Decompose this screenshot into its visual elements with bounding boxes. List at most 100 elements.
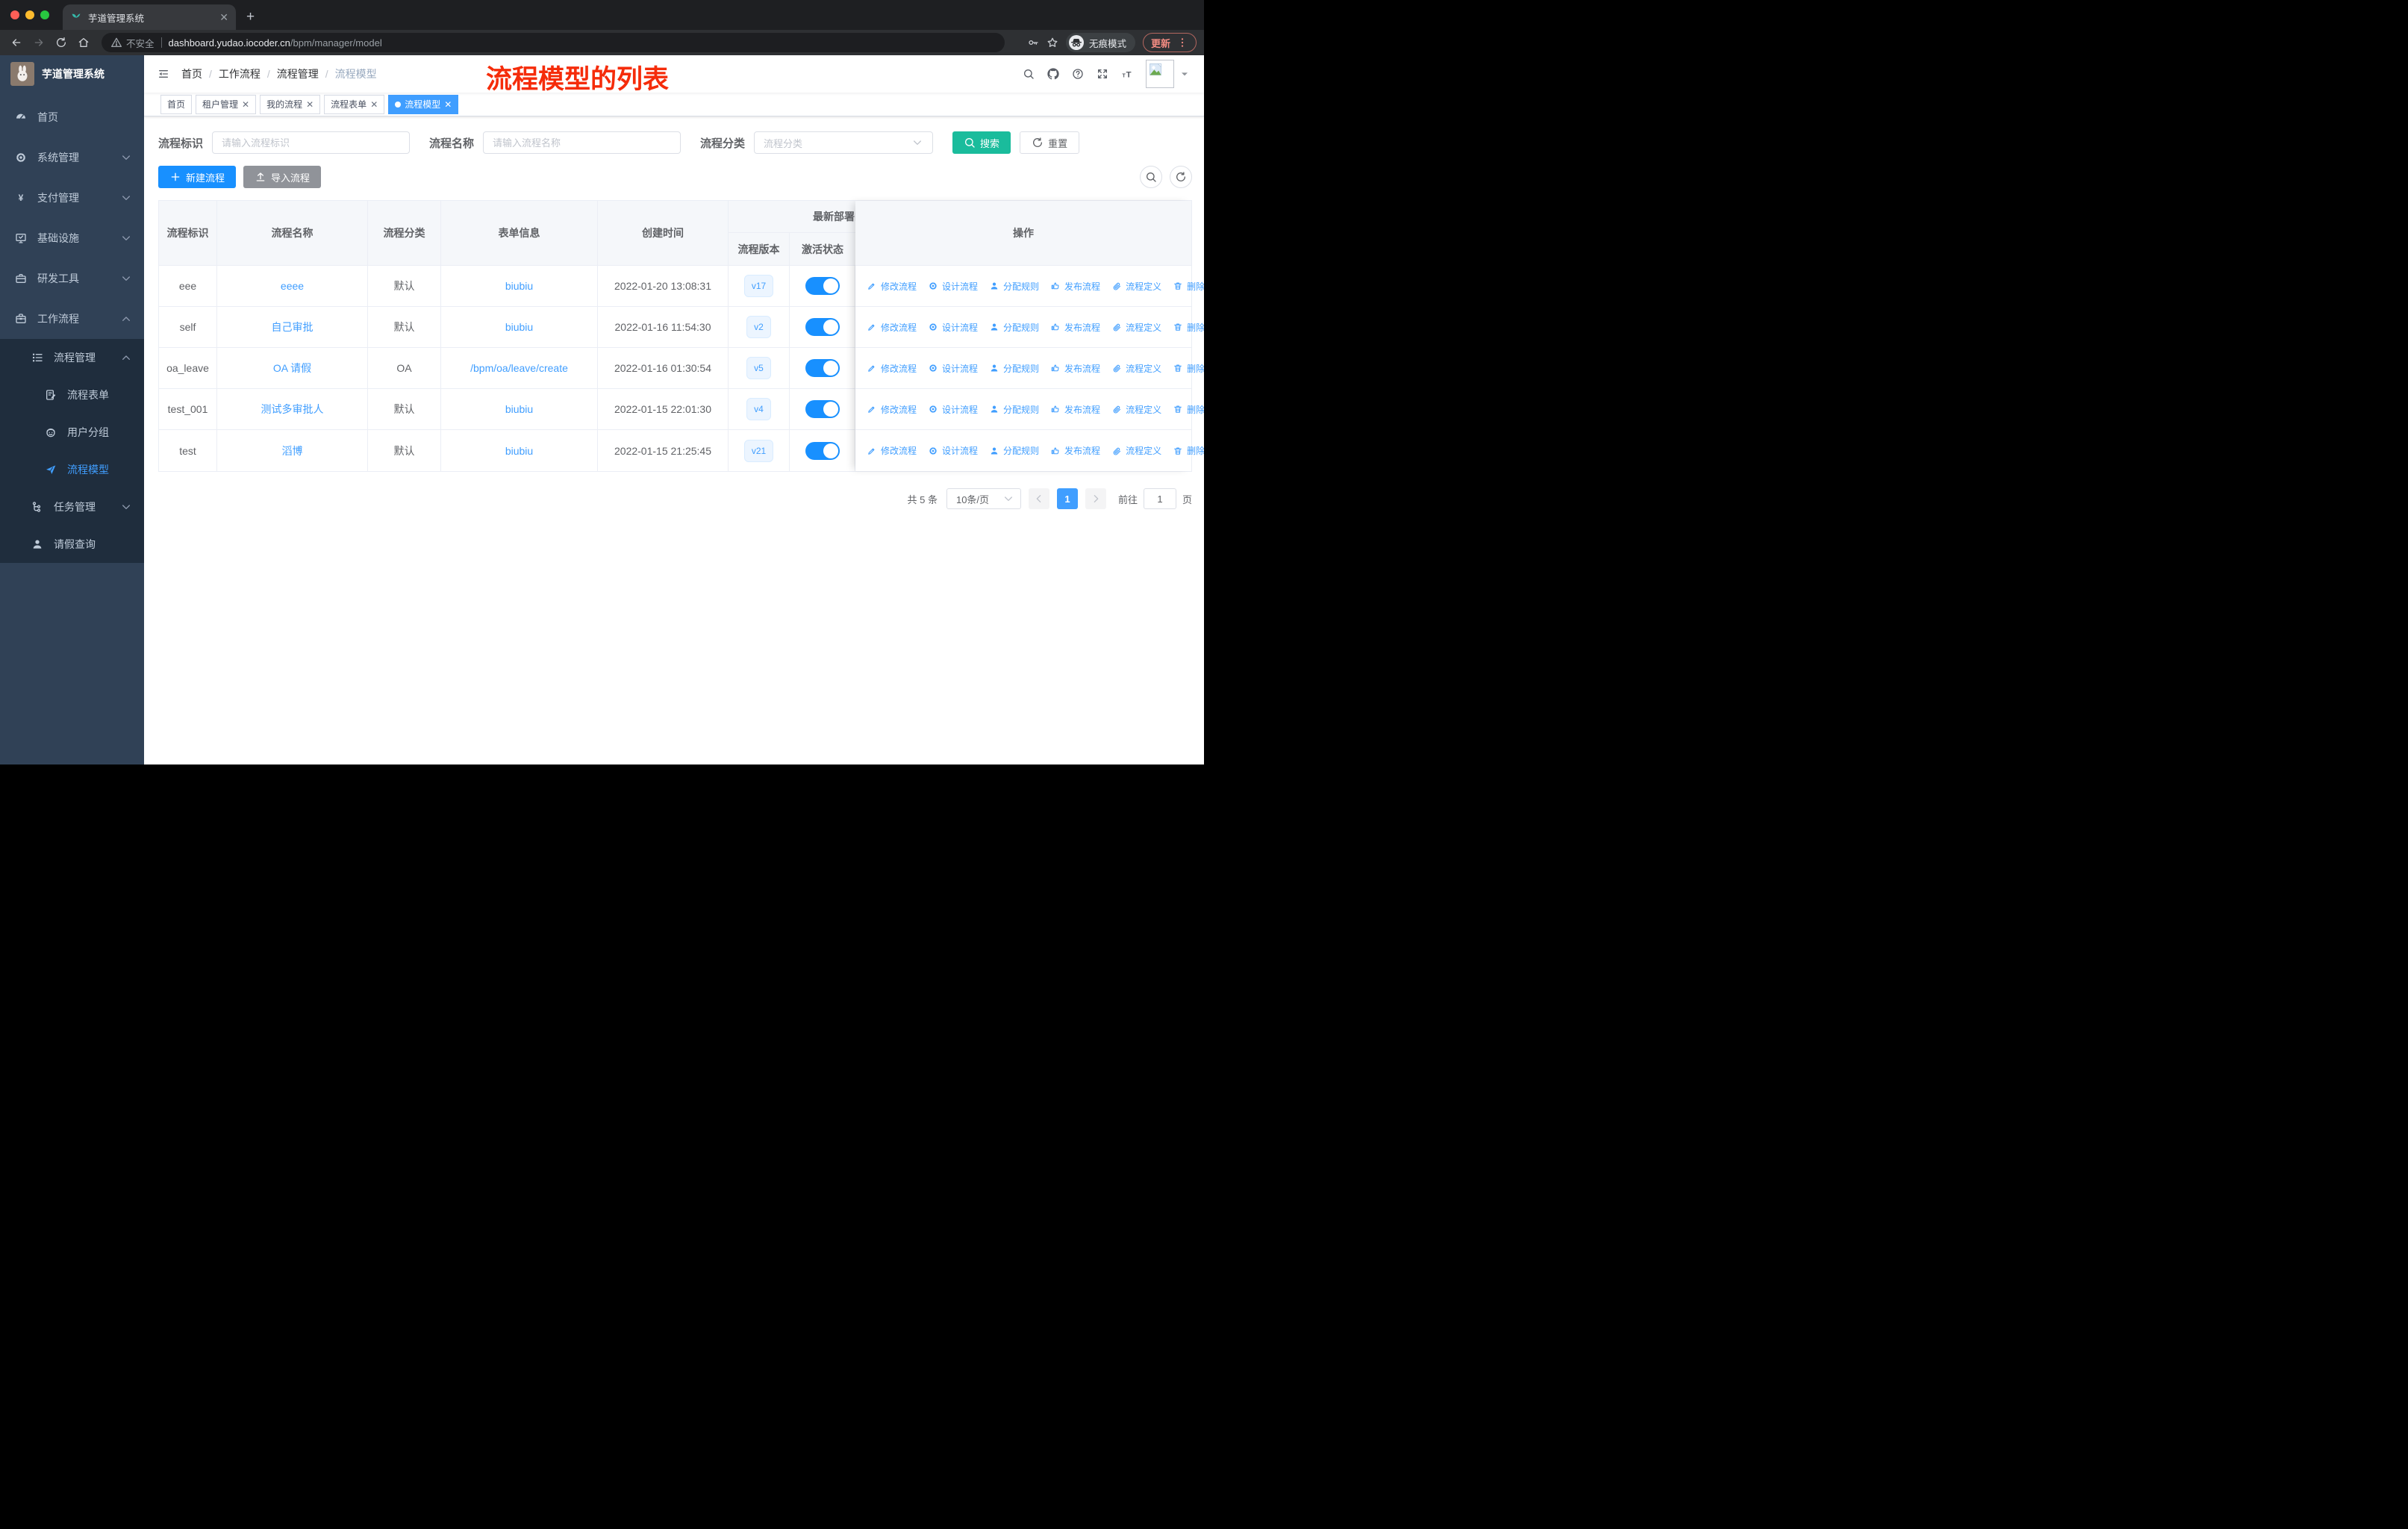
user-avatar-menu[interactable]: [1146, 60, 1191, 88]
action-design-link[interactable]: 设计流程: [927, 403, 978, 416]
forward-icon[interactable]: [30, 34, 48, 52]
browser-tab[interactable]: 芋道管理系统 ✕: [63, 4, 236, 30]
reset-button[interactable]: 重置: [1020, 131, 1080, 154]
process-name-link[interactable]: OA 请假: [273, 361, 311, 376]
action-delete-link[interactable]: 删除: [1172, 444, 1204, 457]
process-name-link[interactable]: 滔博: [282, 443, 303, 458]
breadcrumb-item[interactable]: 流程管理: [277, 66, 319, 81]
search-icon[interactable]: [1023, 68, 1035, 80]
tag-close-icon[interactable]: ✕: [242, 99, 249, 110]
action-delete-link[interactable]: 删除: [1172, 280, 1204, 293]
password-key-icon[interactable]: [1027, 37, 1039, 49]
action-definition-link[interactable]: 流程定义: [1111, 362, 1161, 375]
process-name-link[interactable]: 测试多审批人: [261, 402, 324, 417]
new-tab-button[interactable]: +: [246, 9, 255, 25]
action-definition-link[interactable]: 流程定义: [1111, 321, 1161, 334]
search-button[interactable]: 搜索: [952, 131, 1011, 154]
bookmark-star-icon[interactable]: [1047, 37, 1058, 49]
form-info-link[interactable]: biubiu: [505, 403, 533, 415]
process-key-input[interactable]: [212, 131, 411, 154]
tag-close-icon[interactable]: ✕: [306, 99, 314, 110]
help-icon[interactable]: [1072, 68, 1084, 80]
action-design-link[interactable]: 设计流程: [927, 321, 978, 334]
action-publish-link[interactable]: 发布流程: [1049, 362, 1100, 375]
process-name-input[interactable]: [483, 131, 681, 154]
action-design-link[interactable]: 设计流程: [927, 444, 978, 457]
sidebar-item-leave-query[interactable]: 请假查询: [0, 526, 144, 563]
sidebar-item-workflow[interactable]: 工作流程: [0, 299, 144, 339]
tag-home[interactable]: 首页: [160, 94, 193, 114]
font-size-icon[interactable]: TT: [1121, 68, 1133, 80]
action-assign-link[interactable]: 分配规则: [988, 362, 1039, 375]
action-publish-link[interactable]: 发布流程: [1049, 321, 1100, 334]
active-status-toggle[interactable]: [805, 400, 840, 418]
action-edit-link[interactable]: 修改流程: [866, 280, 917, 293]
action-assign-link[interactable]: 分配规则: [988, 403, 1039, 416]
action-design-link[interactable]: 设计流程: [927, 362, 978, 375]
sidebar-item-dev-tools[interactable]: 研发工具: [0, 258, 144, 299]
form-info-link[interactable]: biubiu: [505, 280, 533, 292]
action-publish-link[interactable]: 发布流程: [1049, 444, 1100, 457]
home-icon[interactable]: [75, 34, 93, 52]
tag-process-model[interactable]: 流程模型 ✕: [388, 94, 459, 114]
page-number-button[interactable]: 1: [1056, 488, 1078, 509]
action-edit-link[interactable]: 修改流程: [866, 362, 917, 375]
sidebar-item-system-management[interactable]: 系统管理: [0, 137, 144, 178]
sidebar-item-payment-management[interactable]: ¥ 支付管理: [0, 178, 144, 218]
sidebar-collapse-icon[interactable]: [157, 68, 169, 80]
reload-icon[interactable]: [52, 34, 70, 52]
create-process-button[interactable]: 新建流程: [158, 166, 237, 188]
action-edit-link[interactable]: 修改流程: [866, 444, 917, 457]
sidebar-item-process-management[interactable]: 流程管理: [0, 339, 144, 376]
active-status-toggle[interactable]: [805, 318, 840, 336]
action-assign-link[interactable]: 分配规则: [988, 321, 1039, 334]
process-name-link[interactable]: eeee: [281, 280, 304, 292]
tag-close-icon[interactable]: ✕: [370, 99, 378, 110]
next-page-button[interactable]: [1085, 488, 1106, 509]
form-info-link[interactable]: /bpm/oa/leave/create: [470, 362, 568, 374]
maximize-window-button[interactable]: [40, 10, 49, 19]
back-icon[interactable]: [7, 34, 25, 52]
sidebar-item-user-group[interactable]: 用户分组: [0, 414, 144, 451]
active-status-toggle[interactable]: [805, 441, 840, 460]
action-publish-link[interactable]: 发布流程: [1049, 403, 1100, 416]
prev-page-button[interactable]: [1028, 488, 1049, 509]
action-delete-link[interactable]: 删除: [1172, 403, 1204, 416]
tag-process-form[interactable]: 流程表单 ✕: [324, 94, 385, 114]
sidebar-item-home[interactable]: 首页: [0, 97, 144, 137]
tag-tenant-management[interactable]: 租户管理 ✕: [196, 94, 257, 114]
sidebar-item-process-model[interactable]: 流程模型: [0, 451, 144, 488]
form-info-link[interactable]: biubiu: [505, 321, 533, 333]
goto-page-input[interactable]: [1143, 488, 1176, 509]
action-edit-link[interactable]: 修改流程: [866, 321, 917, 334]
action-assign-link[interactable]: 分配规则: [988, 444, 1039, 457]
sidebar-item-task-management[interactable]: 任务管理: [0, 488, 144, 526]
tag-my-process[interactable]: 我的流程 ✕: [260, 94, 321, 114]
fullscreen-icon[interactable]: [1097, 68, 1108, 80]
sidebar-item-infrastructure[interactable]: 基础设施: [0, 218, 144, 258]
import-process-button[interactable]: 导入流程: [243, 166, 322, 188]
page-size-select[interactable]: 10条/页: [946, 488, 1021, 509]
action-publish-link[interactable]: 发布流程: [1049, 280, 1100, 293]
action-definition-link[interactable]: 流程定义: [1111, 280, 1161, 293]
tag-close-icon[interactable]: ✕: [444, 99, 452, 110]
browser-update-menu-button[interactable]: 更新: [1142, 33, 1197, 52]
breadcrumb-item[interactable]: 工作流程: [219, 66, 261, 81]
action-definition-link[interactable]: 流程定义: [1111, 403, 1161, 416]
action-edit-link[interactable]: 修改流程: [866, 403, 917, 416]
action-assign-link[interactable]: 分配规则: [988, 280, 1039, 293]
breadcrumb-item[interactable]: 首页: [181, 66, 202, 81]
action-delete-link[interactable]: 删除: [1172, 362, 1204, 375]
refresh-table-button[interactable]: [1170, 166, 1192, 188]
security-warning[interactable]: 不安全: [110, 36, 155, 50]
close-window-button[interactable]: [10, 10, 19, 19]
form-info-link[interactable]: biubiu: [505, 445, 533, 457]
action-definition-link[interactable]: 流程定义: [1111, 444, 1161, 457]
minimize-window-button[interactable]: [25, 10, 34, 19]
github-icon[interactable]: [1047, 68, 1059, 80]
action-design-link[interactable]: 设计流程: [927, 280, 978, 293]
action-delete-link[interactable]: 删除: [1172, 321, 1204, 334]
address-bar[interactable]: 不安全 dashboard.yudao.iocoder.cn /bpm/mana…: [102, 33, 1005, 52]
active-status-toggle[interactable]: [805, 277, 840, 295]
sidebar-item-process-form[interactable]: 流程表单: [0, 376, 144, 414]
